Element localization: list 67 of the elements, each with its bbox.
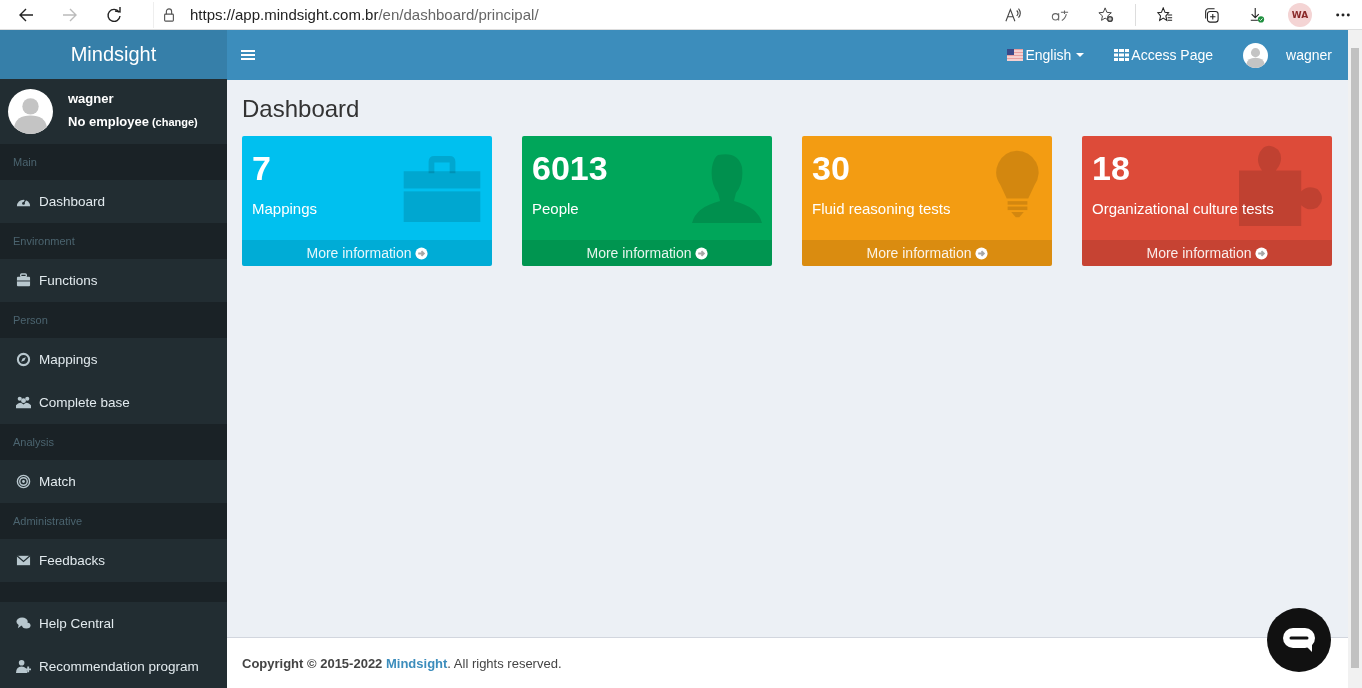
sidebar-item[interactable]: Feedbacks — [0, 539, 227, 583]
url-text: https://app.mindsight.com.br/en/dashboard/principal/ — [190, 6, 539, 23]
stat-label: Fluid reasoning tests — [812, 200, 951, 217]
compass-icon — [16, 352, 31, 368]
section-header: Person — [13, 314, 48, 327]
arrow-circle-icon — [1254, 246, 1268, 260]
address-bar[interactable]: https://app.mindsight.com.br/en/dashboard/principal/ — [153, 1, 991, 28]
access-page-link[interactable]: Access Page — [1114, 47, 1214, 63]
sidebar-item[interactable]: Match — [0, 460, 227, 504]
section-header: Administrative — [13, 515, 83, 528]
copyright-text: Copyright © 2015-2022 Mindsight. All rights reserved. — [242, 655, 562, 671]
padlock-icon — [162, 7, 176, 22]
back-arrow-icon — [17, 6, 35, 23]
download-icon — [1248, 6, 1266, 23]
collections-icon — [1202, 6, 1220, 23]
menu-icon — [241, 49, 255, 61]
sidebar-item[interactable]: Dashboard — [0, 180, 227, 223]
avatar-icon — [8, 88, 53, 134]
profile-avatar[interactable]: WA — [1288, 2, 1312, 27]
stat-label: People — [532, 200, 579, 217]
section-header: Main — [13, 155, 37, 168]
sidebar-item[interactable]: Mappings — [0, 338, 227, 382]
scrollbar-thumb[interactable] — [1351, 48, 1359, 668]
users-icon — [16, 395, 31, 411]
chat-icon — [16, 615, 31, 631]
scrollbar[interactable] — [1348, 30, 1362, 688]
grid-icon — [1114, 49, 1130, 61]
sidebar-item[interactable]: Functions — [0, 259, 227, 303]
change-link[interactable]: (change) — [151, 115, 198, 128]
lightbulb-icon — [995, 149, 1040, 219]
sidebar-item[interactable]: Help Central — [0, 602, 227, 645]
stat-count: 7 — [252, 148, 271, 188]
avatar-icon — [1243, 42, 1269, 68]
flag-icon — [1007, 49, 1024, 61]
more-icon — [1336, 12, 1350, 17]
user-menu[interactable]: wagner — [1243, 42, 1332, 68]
employee-status: No employee — [68, 113, 149, 129]
page-title: Dashboard — [242, 95, 361, 123]
sidebar-item[interactable]: Recommendation program — [0, 644, 227, 688]
app-logo[interactable]: Mindsight — [0, 30, 227, 79]
puzzle-piece-icon — [1239, 144, 1322, 226]
arrow-circle-icon — [974, 246, 988, 260]
user-plus-icon — [16, 658, 31, 674]
stat-label: Mappings — [252, 200, 318, 217]
section-header: Environment — [13, 235, 75, 248]
target-icon — [16, 474, 31, 490]
stat-count: 6013 — [532, 148, 608, 188]
more-information-link[interactable]: More information — [522, 240, 772, 266]
briefcase-icon — [16, 273, 31, 289]
chat-bubble-icon — [1282, 627, 1316, 653]
stat-count: 18 — [1092, 148, 1130, 188]
user-name: wagner — [68, 90, 115, 106]
forward-arrow-icon — [61, 6, 79, 23]
favorites-icon — [1156, 6, 1174, 23]
star-add-icon — [1097, 6, 1115, 23]
caret-icon — [1076, 53, 1085, 57]
section-header: Analysis — [13, 436, 54, 449]
arrow-circle-icon — [694, 246, 708, 260]
stat-count: 30 — [812, 148, 850, 188]
sidebar-item[interactable]: Complete base — [0, 381, 227, 425]
read-aloud-icon — [1005, 6, 1023, 23]
reload-icon — [105, 6, 123, 23]
briefcase-icon — [402, 154, 482, 222]
arrow-circle-icon — [414, 246, 428, 260]
stat-label: Organizational culture tests — [1092, 200, 1274, 217]
more-information-link[interactable]: More information — [1082, 240, 1332, 266]
language-dropdown[interactable]: English — [1007, 47, 1085, 63]
